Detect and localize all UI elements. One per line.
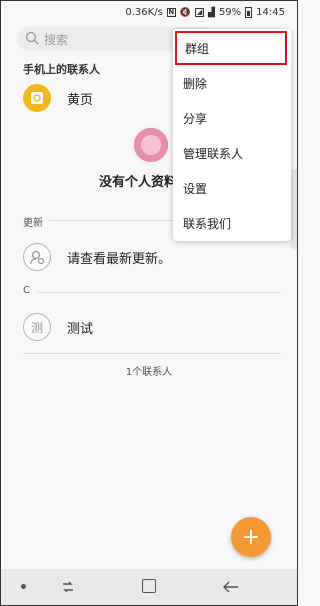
list-item-updates[interactable]: 请查看最新更新。 bbox=[1, 237, 297, 277]
nfc-icon: N bbox=[166, 8, 176, 17]
contact-count: 1个联系人 bbox=[125, 367, 173, 378]
wifi-icon: ◢ bbox=[195, 8, 205, 17]
updates-icon bbox=[23, 243, 51, 271]
menu-item-share[interactable]: 分享 bbox=[173, 101, 291, 135]
battery-icon bbox=[245, 7, 253, 18]
test-avatar: 测 bbox=[23, 313, 51, 341]
mute-icon: 🔇 bbox=[179, 7, 192, 18]
menu-item-manage-contacts[interactable]: 管理联系人 bbox=[173, 136, 291, 170]
search-placeholder: 搜索 bbox=[44, 32, 69, 47]
section-phone-contacts: 手机上的联系人 bbox=[23, 63, 100, 76]
status-bar: 0.36K/s N 🔇 ◢ ▟ 59% 14:45 bbox=[1, 3, 297, 23]
test-contact-label: 测试 bbox=[67, 321, 94, 337]
signal-icon: ▟ bbox=[208, 7, 215, 18]
yellow-pages-label: 黄页 bbox=[67, 92, 94, 108]
no-profile-text[interactable]: 没有个人资料 bbox=[99, 171, 177, 190]
plus-icon: + bbox=[241, 524, 261, 550]
overflow-menu: 群组 删除 分享 管理联系人 设置 联系我们 bbox=[173, 29, 291, 241]
list-item-test[interactable]: 测 测试 bbox=[1, 307, 297, 347]
battery-percent: 59% bbox=[218, 7, 242, 18]
menu-item-delete[interactable]: 删除 bbox=[173, 66, 291, 100]
section-letter-c: C bbox=[23, 285, 30, 296]
nav-dot-icon[interactable] bbox=[21, 584, 26, 589]
edge-panel-handle[interactable] bbox=[291, 169, 297, 249]
clock: 14:45 bbox=[256, 7, 285, 18]
menu-item-settings[interactable]: 设置 bbox=[173, 171, 291, 205]
screen: 0.36K/s N 🔇 ◢ ▟ 59% 14:45 搜索 手机上的联系人 黄页 bbox=[0, 0, 298, 606]
menu-item-groups[interactable]: 群组 bbox=[175, 31, 287, 65]
add-contact-button[interactable]: + bbox=[231, 517, 271, 557]
profile-image[interactable] bbox=[131, 125, 171, 165]
network-speed: 0.36K/s bbox=[125, 7, 163, 18]
divider bbox=[23, 353, 281, 354]
menu-item-contact-us[interactable]: 联系我们 bbox=[173, 206, 291, 240]
recent-apps-icon[interactable] bbox=[61, 579, 75, 593]
section-updates: 更新 bbox=[23, 218, 43, 229]
home-icon[interactable] bbox=[142, 579, 156, 593]
back-icon[interactable] bbox=[223, 579, 239, 593]
divider bbox=[37, 292, 281, 293]
yellow-pages-icon bbox=[23, 84, 51, 112]
search-icon bbox=[25, 31, 41, 47]
navigation-bar bbox=[1, 569, 297, 605]
updates-label: 请查看最新更新。 bbox=[67, 251, 172, 267]
